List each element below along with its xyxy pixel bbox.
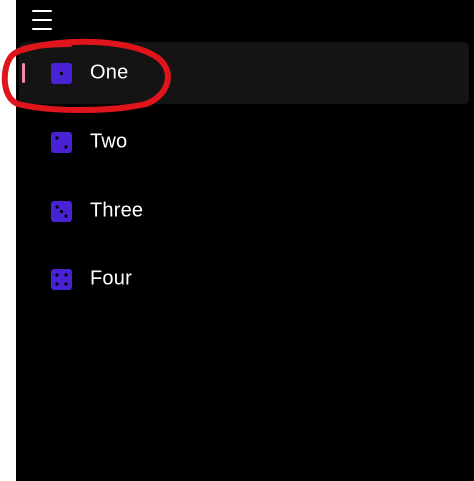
nav-item-one[interactable]: One: [19, 42, 469, 104]
nav-item-three[interactable]: Three: [19, 180, 469, 242]
nav-item-label: Three: [90, 199, 144, 222]
hamburger-icon: [32, 10, 52, 12]
dice-four-icon: [51, 269, 72, 290]
nav-item-label: One: [90, 61, 129, 84]
nav-item-label: Two: [90, 130, 128, 153]
left-edge: [0, 0, 16, 481]
dice-one-icon: [51, 63, 72, 84]
nav-item-label: Four: [90, 267, 132, 290]
nav-item-two[interactable]: Two: [19, 111, 469, 173]
hamburger-menu-button[interactable]: [32, 10, 54, 30]
dice-two-icon: [51, 132, 72, 153]
selection-indicator: [22, 63, 25, 83]
nav-item-four[interactable]: Four: [19, 248, 469, 310]
dice-three-icon: [51, 201, 72, 222]
navigation-pane: One Two Three Four: [16, 0, 474, 481]
